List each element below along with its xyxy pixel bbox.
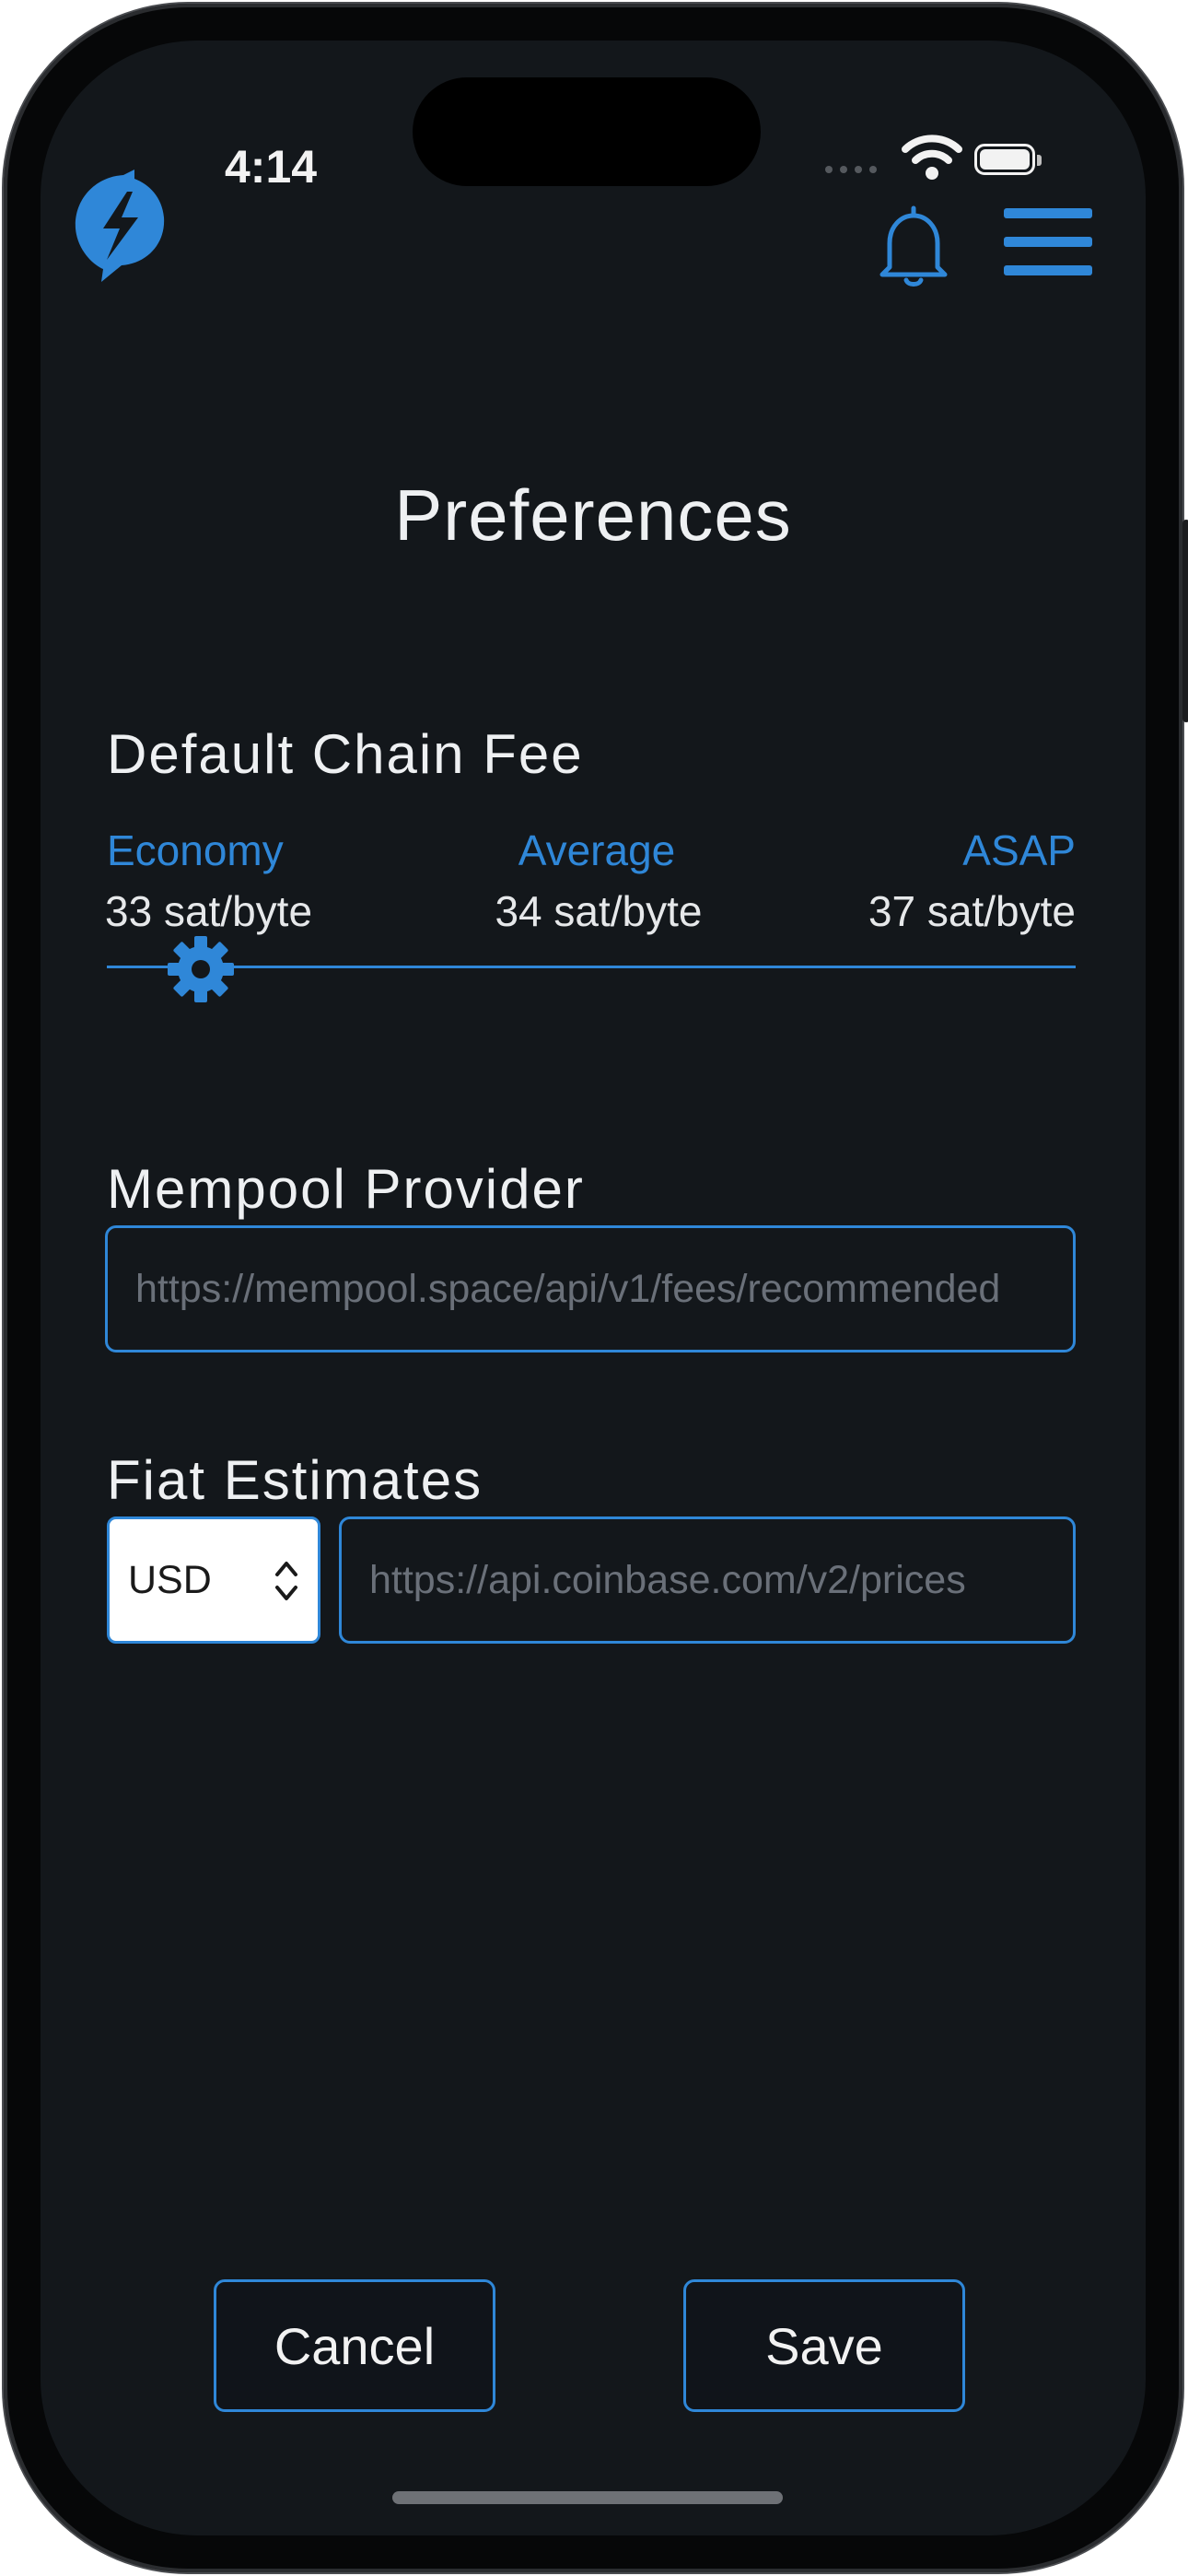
- mempool-provider-title: Mempool Provider: [107, 1158, 585, 1220]
- mempool-provider-input[interactable]: https://mempool.space/api/v1/fees/recomm…: [105, 1225, 1076, 1352]
- status-time: 4:14: [225, 141, 318, 193]
- battery-icon: [974, 144, 1042, 175]
- page-title: Preferences: [394, 474, 792, 556]
- hamburger-menu-icon[interactable]: [1004, 208, 1092, 286]
- fiat-estimates-title: Fiat Estimates: [107, 1449, 483, 1511]
- chevron-up-down-icon: [275, 1562, 297, 1600]
- fee-slider-track[interactable]: [107, 966, 1076, 968]
- cancel-button[interactable]: Cancel: [214, 2279, 495, 2412]
- fee-option-asap-label[interactable]: ASAP: [869, 825, 1076, 875]
- currency-select-value: USD: [128, 1557, 212, 1602]
- cellular-signal-icon: [825, 166, 877, 173]
- gear-icon[interactable]: [166, 934, 236, 1004]
- wifi-icon: [902, 135, 962, 180]
- lightning-bolt-logo-icon[interactable]: [66, 170, 171, 284]
- fee-option-economy-value: 33 sat/byte: [105, 887, 313, 935]
- chain-fee-title: Default Chain Fee: [107, 723, 584, 785]
- fee-option-average-label[interactable]: Average: [497, 825, 696, 875]
- currency-select[interactable]: USD: [107, 1516, 320, 1644]
- save-button[interactable]: Save: [683, 2279, 965, 2412]
- dynamic-island: [413, 77, 761, 186]
- fee-option-asap-value: 37 sat/byte: [868, 887, 1076, 935]
- fee-option-economy-label[interactable]: Economy: [107, 825, 284, 875]
- fee-option-average-value: 34 sat/byte: [495, 887, 703, 935]
- fiat-price-url-input[interactable]: https://api.coinbase.com/v2/prices: [339, 1516, 1076, 1644]
- home-indicator[interactable]: [392, 2491, 783, 2504]
- bell-icon[interactable]: [877, 203, 950, 289]
- screen: 4:14 Preferences Default Chain Fee Econo…: [41, 41, 1146, 2535]
- side-button: [1182, 520, 1188, 722]
- phone-frame: 4:14 Preferences Default Chain Fee Econo…: [4, 4, 1188, 2572]
